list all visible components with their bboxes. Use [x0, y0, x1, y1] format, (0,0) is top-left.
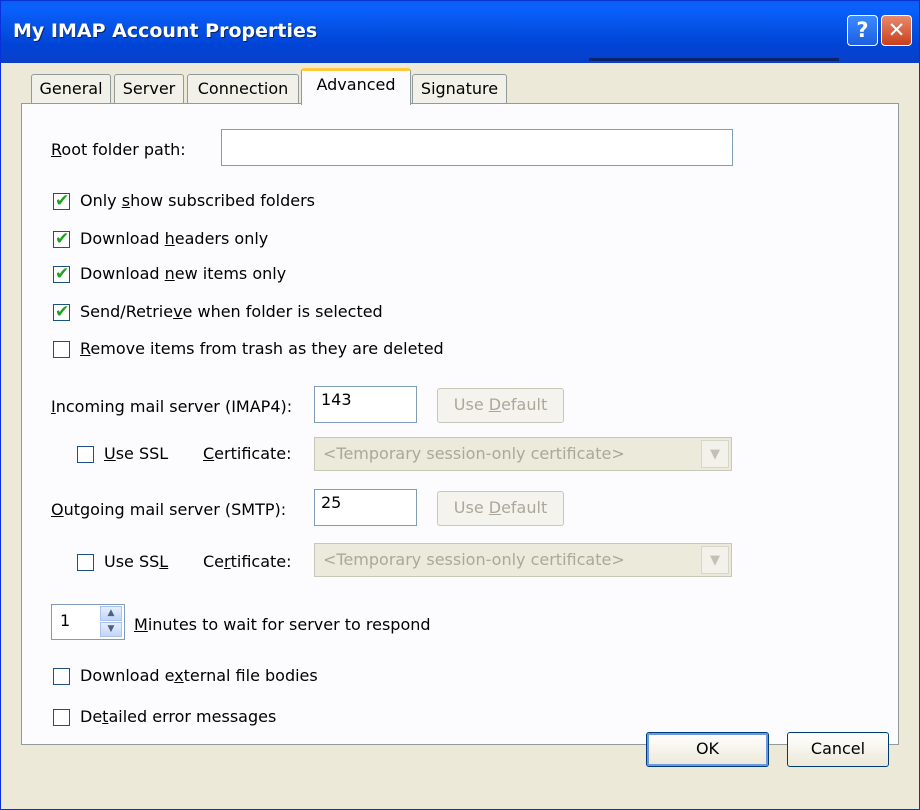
- incoming-use-default-button[interactable]: Use Default: [437, 388, 564, 423]
- root-folder-label: Root folder path:: [51, 140, 186, 159]
- outgoing-ssl-label: Use SSL: [104, 552, 169, 571]
- incoming-cert-select[interactable]: <Temporary session-only certificate> ▼: [314, 437, 732, 471]
- timeout-value: 1: [60, 611, 71, 630]
- spin-up-icon[interactable]: ▲: [100, 606, 122, 621]
- new-items-label: Download new items only: [80, 264, 287, 283]
- remove-trash-checkbox[interactable]: [53, 341, 70, 358]
- title-bar-strip: [589, 58, 839, 61]
- new-items-checkbox[interactable]: ✔: [53, 264, 70, 284]
- headers-checkbox[interactable]: ✔: [53, 229, 70, 249]
- timeout-spinner[interactable]: 1 ▲ ▼: [51, 604, 125, 640]
- incoming-cert-label: Certificate:: [203, 444, 292, 463]
- title-bar[interactable]: My IMAP Account Properties ? ✕: [1, 1, 919, 63]
- send-retrieve-checkbox[interactable]: ✔: [53, 302, 70, 322]
- tab-advanced[interactable]: Advanced: [301, 68, 411, 105]
- tab-connection[interactable]: Connection: [187, 74, 299, 103]
- close-icon[interactable]: ✕: [881, 15, 912, 46]
- outgoing-cert-value: <Temporary session-only certificate>: [323, 550, 625, 569]
- tab-general[interactable]: General: [31, 74, 111, 103]
- detailed-errors-checkbox[interactable]: [53, 709, 70, 726]
- tab-server[interactable]: Server: [114, 74, 184, 103]
- detailed-errors-label: Detailed error messages: [80, 707, 277, 726]
- spin-down-icon[interactable]: ▼: [100, 622, 122, 637]
- ok-button[interactable]: OK: [646, 732, 769, 767]
- incoming-server-label: Incoming mail server (IMAP4):: [51, 397, 293, 416]
- help-icon[interactable]: ?: [847, 15, 878, 46]
- incoming-port-input[interactable]: 143: [314, 386, 417, 423]
- outgoing-ssl-checkbox[interactable]: [77, 554, 94, 571]
- headers-label: Download headers only: [80, 229, 269, 248]
- outgoing-cert-select[interactable]: <Temporary session-only certificate> ▼: [314, 543, 732, 577]
- subscribed-checkbox[interactable]: ✔: [53, 191, 70, 211]
- cancel-button[interactable]: Cancel: [787, 732, 889, 767]
- timeout-label: Minutes to wait for server to respond: [134, 615, 431, 634]
- incoming-ssl-checkbox[interactable]: [77, 446, 94, 463]
- chevron-down-icon[interactable]: ▼: [701, 440, 729, 468]
- dialog-window: My IMAP Account Properties ? ✕ General S…: [0, 0, 920, 810]
- remove-trash-label: Remove items from trash as they are dele…: [80, 339, 444, 358]
- root-folder-input[interactable]: [221, 129, 733, 166]
- outgoing-port-input[interactable]: 25: [314, 489, 417, 526]
- checkmark-icon: ✔: [55, 302, 70, 322]
- outgoing-cert-label: Certificate:: [203, 552, 292, 571]
- window-title: My IMAP Account Properties: [13, 20, 318, 42]
- tab-signature[interactable]: Signature: [412, 74, 507, 103]
- send-retrieve-label: Send/Retrieve when folder is selected: [80, 302, 383, 321]
- checkmark-icon: ✔: [55, 264, 70, 284]
- external-bodies-label: Download external file bodies: [80, 666, 318, 685]
- chevron-down-icon[interactable]: ▼: [701, 546, 729, 574]
- outgoing-server-label: Outgoing mail server (SMTP):: [51, 500, 287, 519]
- incoming-ssl-label: Use SSL: [104, 444, 169, 463]
- subscribed-label: Only show subscribed folders: [80, 191, 315, 210]
- checkmark-icon: ✔: [55, 229, 70, 249]
- checkmark-icon: ✔: [55, 191, 70, 211]
- outgoing-use-default-button[interactable]: Use Default: [437, 491, 564, 526]
- incoming-cert-value: <Temporary session-only certificate>: [323, 444, 625, 463]
- external-bodies-checkbox[interactable]: [53, 668, 70, 685]
